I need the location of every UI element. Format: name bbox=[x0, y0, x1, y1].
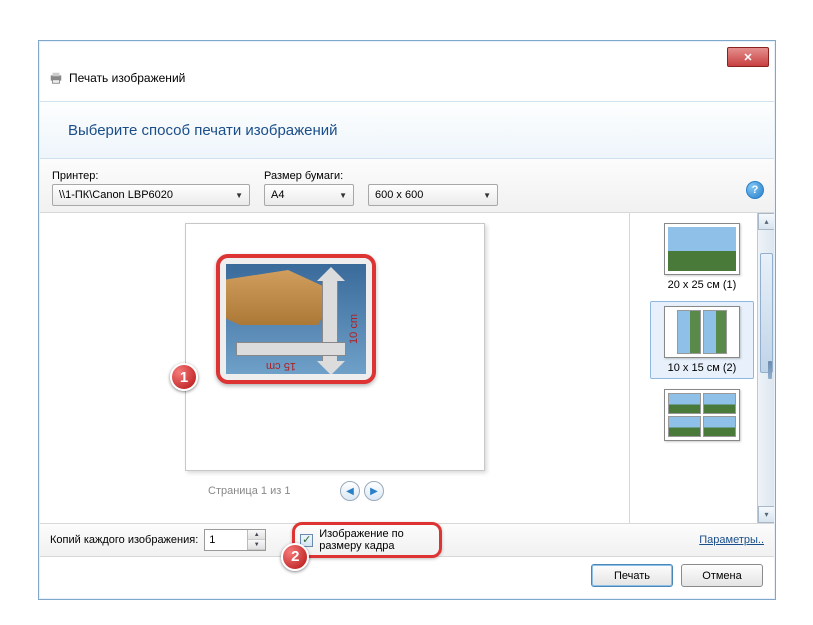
photo-preview: 10 cm 15 cm bbox=[226, 264, 366, 374]
dialog-title-row: Печать изображений bbox=[49, 71, 185, 85]
chevron-down-icon: ▼ bbox=[235, 191, 243, 200]
layout-thumb bbox=[664, 389, 740, 441]
printer-label: Принтер: bbox=[52, 170, 250, 182]
layout-label: 20 x 25 см (1) bbox=[654, 279, 750, 291]
scrollbar[interactable]: ▴ ▾ bbox=[757, 213, 774, 523]
paper-label: Размер бумаги: bbox=[264, 170, 354, 182]
layout-thumb bbox=[664, 223, 740, 275]
heading-bar: Выберите способ печати изображений bbox=[40, 101, 774, 159]
layout-label: 10 x 15 см (2) bbox=[655, 362, 749, 374]
preview-pane: 10 cm 15 cm 1 Страница 1 из 1 ◀ ▶ bbox=[40, 213, 630, 523]
fit-to-frame-label: Изображение по размеру кадра bbox=[319, 528, 429, 552]
layout-item-20x25[interactable]: 20 x 25 см (1) bbox=[650, 219, 754, 295]
dialog-title: Печать изображений bbox=[69, 71, 185, 85]
scrollbar-thumb[interactable] bbox=[760, 253, 773, 373]
dimension-horizontal: 15 cm bbox=[266, 360, 296, 372]
options-row: Принтер: \\1-ПК\Canon LBP6020 ▼ Размер б… bbox=[40, 159, 774, 213]
chevron-right-icon: ▶ bbox=[370, 486, 378, 497]
spinner-up-button[interactable]: ▲ bbox=[248, 530, 265, 540]
copies-row: Копий каждого изображения: ▲ ▼ ✓ Изображ… bbox=[40, 523, 774, 557]
paper-preview: 10 cm 15 cm bbox=[185, 223, 485, 471]
print-dialog: ✕ Печать изображений Выберите способ печ… bbox=[38, 40, 776, 600]
copies-spinner[interactable]: ▲ ▼ bbox=[204, 529, 266, 551]
layout-list: 20 x 25 см (1) 10 x 15 см (2) ▴ ▾ bbox=[629, 213, 774, 523]
close-button[interactable]: ✕ bbox=[727, 47, 769, 67]
help-button[interactable]: ? bbox=[746, 181, 764, 199]
dialog-buttons: Печать Отмена bbox=[591, 564, 763, 587]
annotation-badge-1: 1 bbox=[170, 363, 198, 391]
annotation-frame-1: 10 cm 15 cm bbox=[216, 254, 376, 384]
copies-label: Копий каждого изображения: bbox=[50, 534, 198, 546]
layout-item-10x15[interactable]: 10 x 15 см (2) bbox=[650, 301, 754, 379]
arrow-horizontal-icon bbox=[236, 342, 346, 356]
printer-select[interactable]: \\1-ПК\Canon LBP6020 ▼ bbox=[52, 184, 250, 206]
prev-page-button[interactable]: ◀ bbox=[340, 481, 360, 501]
copies-input[interactable] bbox=[205, 530, 247, 550]
resolution-select[interactable]: 600 x 600 ▼ bbox=[368, 184, 498, 206]
layout-item-grid4[interactable] bbox=[650, 385, 754, 449]
scroll-down-button[interactable]: ▾ bbox=[758, 506, 774, 523]
page-indicator: Страница 1 из 1 bbox=[208, 485, 290, 497]
next-page-button[interactable]: ▶ bbox=[364, 481, 384, 501]
close-icon: ✕ bbox=[743, 51, 752, 64]
annotation-frame-2: ✓ Изображение по размеру кадра 2 bbox=[292, 522, 442, 558]
parameters-link[interactable]: Параметры.. bbox=[699, 534, 764, 546]
dimension-vertical: 10 cm bbox=[348, 314, 360, 344]
print-button[interactable]: Печать bbox=[591, 564, 673, 587]
chevron-down-icon: ▼ bbox=[339, 191, 347, 200]
annotation-badge-2: 2 bbox=[281, 543, 309, 571]
scrollbar-mark bbox=[768, 361, 772, 379]
heading-text: Выберите способ печати изображений bbox=[68, 122, 338, 139]
layout-thumb bbox=[664, 306, 740, 358]
scroll-up-button[interactable]: ▴ bbox=[758, 213, 774, 230]
chevron-down-icon: ▼ bbox=[483, 191, 491, 200]
printer-icon bbox=[49, 71, 63, 85]
chevron-left-icon: ◀ bbox=[346, 486, 354, 497]
spinner-down-button[interactable]: ▼ bbox=[248, 540, 265, 550]
check-icon: ✓ bbox=[302, 534, 311, 546]
cancel-button[interactable]: Отмена bbox=[681, 564, 763, 587]
paper-select[interactable]: A4 ▼ bbox=[264, 184, 354, 206]
